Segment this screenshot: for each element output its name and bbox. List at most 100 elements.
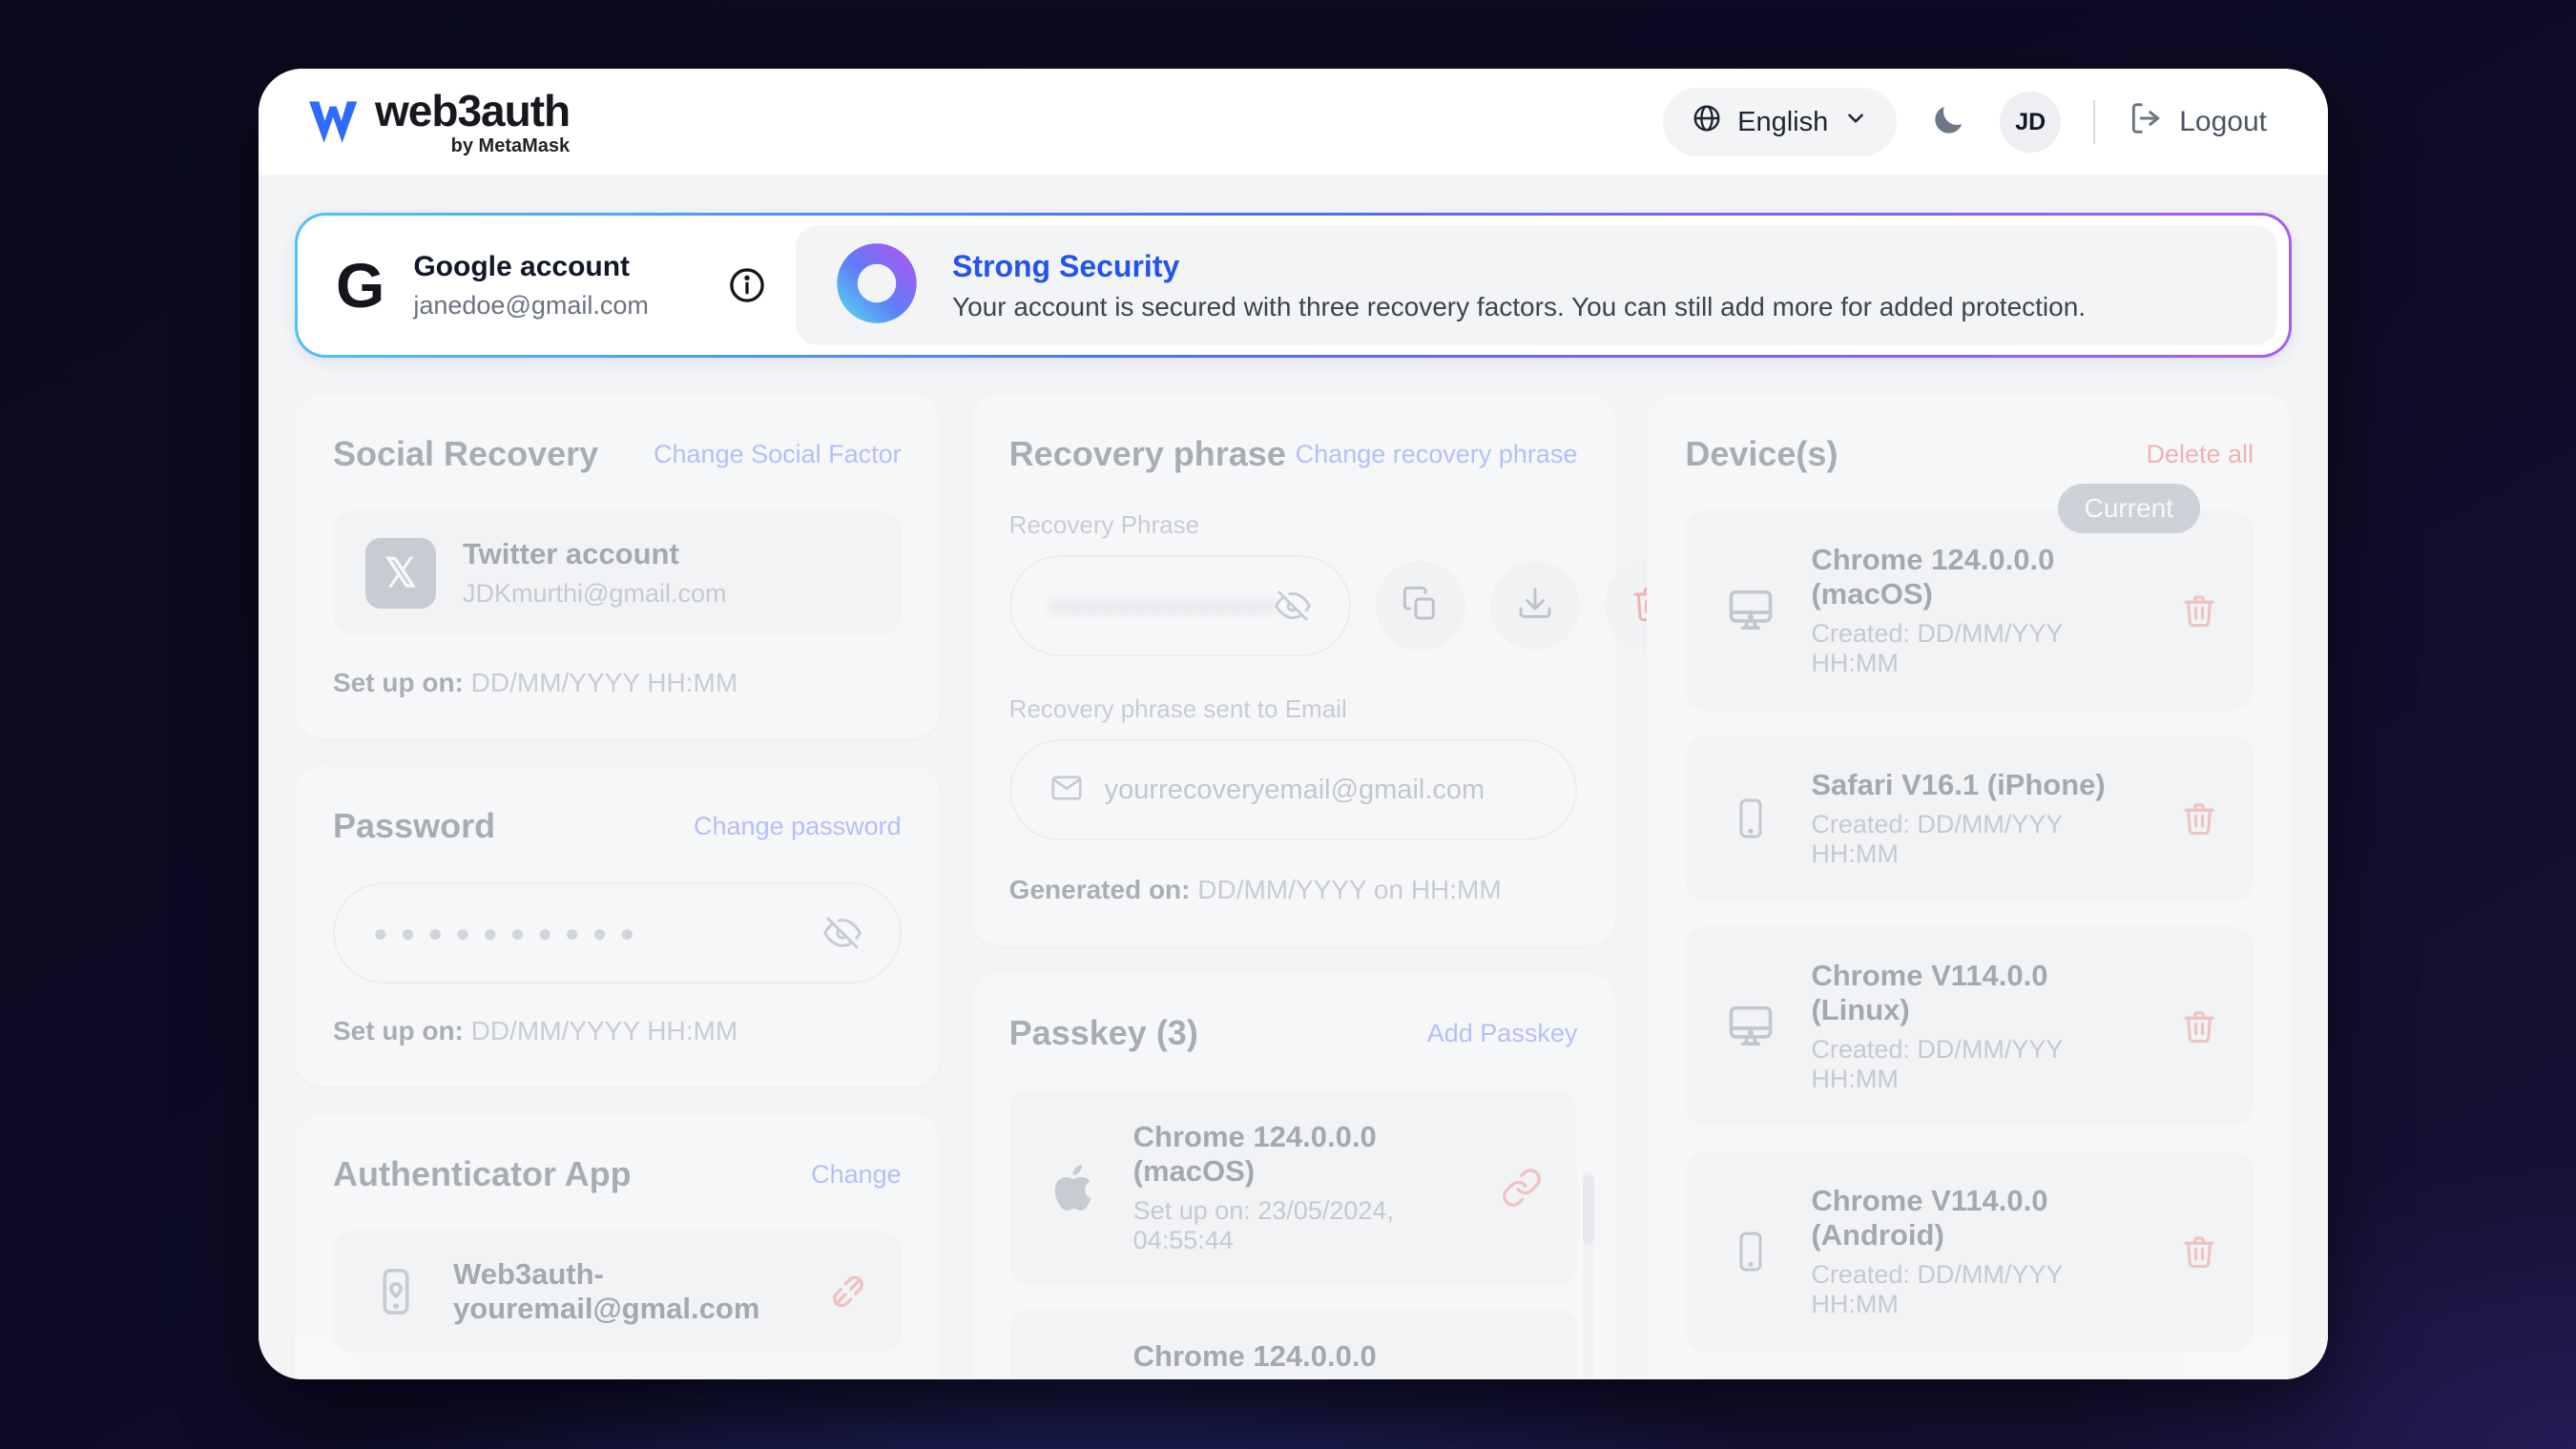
- device-meta: Created: DD/MM/YYY HH:MM: [1811, 1260, 2150, 1319]
- passkey-list: Chrome 124.0.0.0 (macOS) Set up on: 23/0…: [1009, 1089, 1578, 1379]
- password-field[interactable]: ●●●●●●●●●●: [333, 882, 902, 983]
- connected-account: G Google account janedoe@gmail.com: [298, 216, 796, 355]
- device-row: Safari V16.1 (iPhone) Created: DD/MM/YYY…: [1685, 735, 2254, 901]
- passkey-item: Chrome 124.0.0.0 (Android) Set up on: 23…: [1009, 1309, 1578, 1379]
- language-label: English: [1737, 107, 1828, 138]
- recovery-phrase-label: Recovery Phrase: [1009, 510, 1578, 540]
- current-device-badge: Current: [2058, 484, 2200, 533]
- chevron-down-icon: [1843, 106, 1868, 138]
- logout-icon: [2128, 100, 2164, 144]
- header-controls: English JD L: [1663, 88, 2267, 156]
- password-masked-value: ●●●●●●●●●●: [373, 921, 647, 945]
- social-recovery-title: Social Recovery: [333, 434, 598, 474]
- recovery-email-value: yourrecoveryemail@gmail.com: [1105, 775, 1485, 806]
- device-row: Chrome V114.0.0 (Android) Created: DD/MM…: [1685, 1151, 2254, 1352]
- recovery-phrase-masked-value: ●●●●●●●●●●●●●●: [1049, 590, 1276, 621]
- security-level-title: Strong Security: [952, 249, 2086, 284]
- link-icon[interactable]: [1501, 1167, 1543, 1209]
- content-area: G Google account janedoe@gmail.com: [259, 176, 2328, 1379]
- scrollbar-thumb[interactable]: [1583, 1175, 1594, 1244]
- twitter-account-row: 𝕏 Twitter account JDKmurthi@gmail.com: [333, 510, 902, 635]
- logo-name: web3auth: [375, 89, 570, 133]
- info-icon[interactable]: [727, 265, 767, 305]
- change-password-link[interactable]: Change password: [694, 812, 902, 841]
- passkey-name: Chrome 124.0.0.0 (macOS): [1133, 1120, 1473, 1189]
- password-setup-date: Set up on: DD/MM/YYYY HH:MM: [333, 1016, 902, 1046]
- device-meta: Created: DD/MM/YYY HH:MM: [1811, 810, 2150, 869]
- globe-icon: [1692, 103, 1722, 141]
- delete-all-link[interactable]: Delete all: [2146, 440, 2254, 469]
- device-row: Chrome V114.0.0 (Linux) Created: DD/MM/Y…: [1685, 1377, 2254, 1379]
- main-panel: web3auth by MetaMask English: [259, 69, 2328, 1379]
- copy-icon: [1402, 585, 1440, 628]
- password-title: Password: [333, 806, 495, 846]
- download-icon: [1516, 585, 1554, 628]
- social-recovery-card: Social Recovery Change Social Factor 𝕏 T…: [295, 394, 940, 738]
- download-button[interactable]: [1490, 561, 1580, 651]
- passkey-item: Chrome 124.0.0.0 (macOS) Set up on: 23/0…: [1009, 1089, 1578, 1286]
- authenticator-title: Authenticator App: [333, 1154, 632, 1194]
- language-selector[interactable]: English: [1663, 88, 1897, 156]
- recovery-email-field[interactable]: yourrecoveryemail@gmail.com: [1009, 739, 1578, 840]
- security-level-description: Your account is secured with three recov…: [952, 292, 2086, 322]
- security-status: Strong Security Your account is secured …: [796, 225, 2277, 345]
- avatar-initials: JD: [2015, 109, 2046, 136]
- recovery-phrase-field[interactable]: ●●●●●●●●●●●●●●: [1009, 555, 1352, 656]
- phone-icon: [1719, 791, 1782, 846]
- devices-card: Device(s) Delete all Current: [1647, 394, 2292, 1379]
- trash-icon[interactable]: [2179, 1232, 2219, 1272]
- logout-button[interactable]: Logout: [2128, 100, 2267, 144]
- desktop-icon: [1719, 999, 1782, 1054]
- web3auth-logo: web3auth by MetaMask: [306, 89, 570, 155]
- device-name: Safari V16.1 (iPhone): [1811, 768, 2150, 802]
- change-social-factor-link[interactable]: Change Social Factor: [654, 440, 902, 469]
- change-authenticator-link[interactable]: Change: [811, 1160, 902, 1190]
- authenticator-email: Web3auth-youremail@gmal.com: [453, 1257, 800, 1326]
- w-logo-icon: [306, 97, 362, 147]
- passkey-title: Passkey (3): [1009, 1013, 1198, 1053]
- device-name: Chrome V114.0.0 (Linux): [1811, 959, 2150, 1027]
- trash-icon[interactable]: [2179, 798, 2219, 838]
- passkey-card: Passkey (3) Add Passkey Chrome 124.0.0.: [971, 973, 1616, 1379]
- dark-mode-toggle[interactable]: [1929, 101, 1967, 144]
- eye-off-icon[interactable]: [1275, 588, 1311, 624]
- recovery-phrase-title: Recovery phrase: [1009, 434, 1286, 474]
- authenticator-phone-icon: [365, 1261, 426, 1322]
- change-recovery-phrase-link[interactable]: Change recovery phrase: [1296, 440, 1578, 469]
- account-security-banner: G Google account janedoe@gmail.com: [295, 213, 2292, 358]
- trash-icon[interactable]: [2179, 590, 2219, 631]
- authenticator-card: Authenticator App Change Web3auth-yourem…: [295, 1114, 940, 1379]
- social-setup-date: Set up on: DD/MM/YYYY HH:MM: [333, 668, 902, 698]
- header: web3auth by MetaMask English: [259, 69, 2328, 176]
- device-row: Chrome 124.0.0.0 (macOS) Created: DD/MM/…: [1685, 510, 2254, 711]
- device-list: Current Chrome 124.0.0.0 (macOS) Created…: [1685, 510, 2254, 1379]
- device-row-wrap: Current Chrome 124.0.0.0 (macOS) Created…: [1685, 510, 2254, 711]
- x-twitter-icon: 𝕏: [365, 538, 436, 609]
- account-email: janedoe@gmail.com: [413, 291, 649, 321]
- add-passkey-link[interactable]: Add Passkey: [1427, 1019, 1578, 1048]
- column-left: Social Recovery Change Social Factor 𝕏 T…: [295, 394, 940, 1379]
- moon-icon: [1929, 101, 1967, 144]
- google-g-icon: G: [336, 254, 384, 317]
- broken-link-icon[interactable]: [827, 1271, 869, 1313]
- copy-button[interactable]: [1376, 561, 1465, 651]
- column-right: Device(s) Delete all Current: [1647, 394, 2292, 1379]
- header-divider: [2093, 100, 2095, 144]
- user-avatar[interactable]: JD: [2000, 92, 2061, 153]
- generated-on: Generated on: DD/MM/YYYY on HH:MM: [1009, 875, 1578, 905]
- passkey-meta: Set up on: 23/05/2024, 04:55:44: [1133, 1196, 1473, 1255]
- app-background: web3auth by MetaMask English: [0, 0, 2576, 1449]
- devices-title: Device(s): [1685, 434, 1838, 474]
- device-meta: Created: DD/MM/YYY HH:MM: [1811, 619, 2150, 678]
- trash-icon[interactable]: [2179, 1006, 2219, 1046]
- recovery-phrase-card: Recovery phrase Change recovery phrase R…: [971, 394, 1616, 945]
- phone-icon: [1719, 1224, 1782, 1279]
- recovery-email-label: Recovery phrase sent to Email: [1009, 694, 1578, 724]
- column-middle: Recovery phrase Change recovery phrase R…: [971, 394, 1616, 1379]
- twitter-account-email: JDKmurthi@gmail.com: [463, 579, 726, 609]
- account-title: Google account: [413, 251, 649, 283]
- apple-icon: [1044, 1160, 1105, 1215]
- eye-off-icon[interactable]: [823, 914, 862, 952]
- security-ring-icon: [836, 242, 918, 329]
- authenticator-row: Web3auth-youremail@gmal.com: [333, 1231, 902, 1353]
